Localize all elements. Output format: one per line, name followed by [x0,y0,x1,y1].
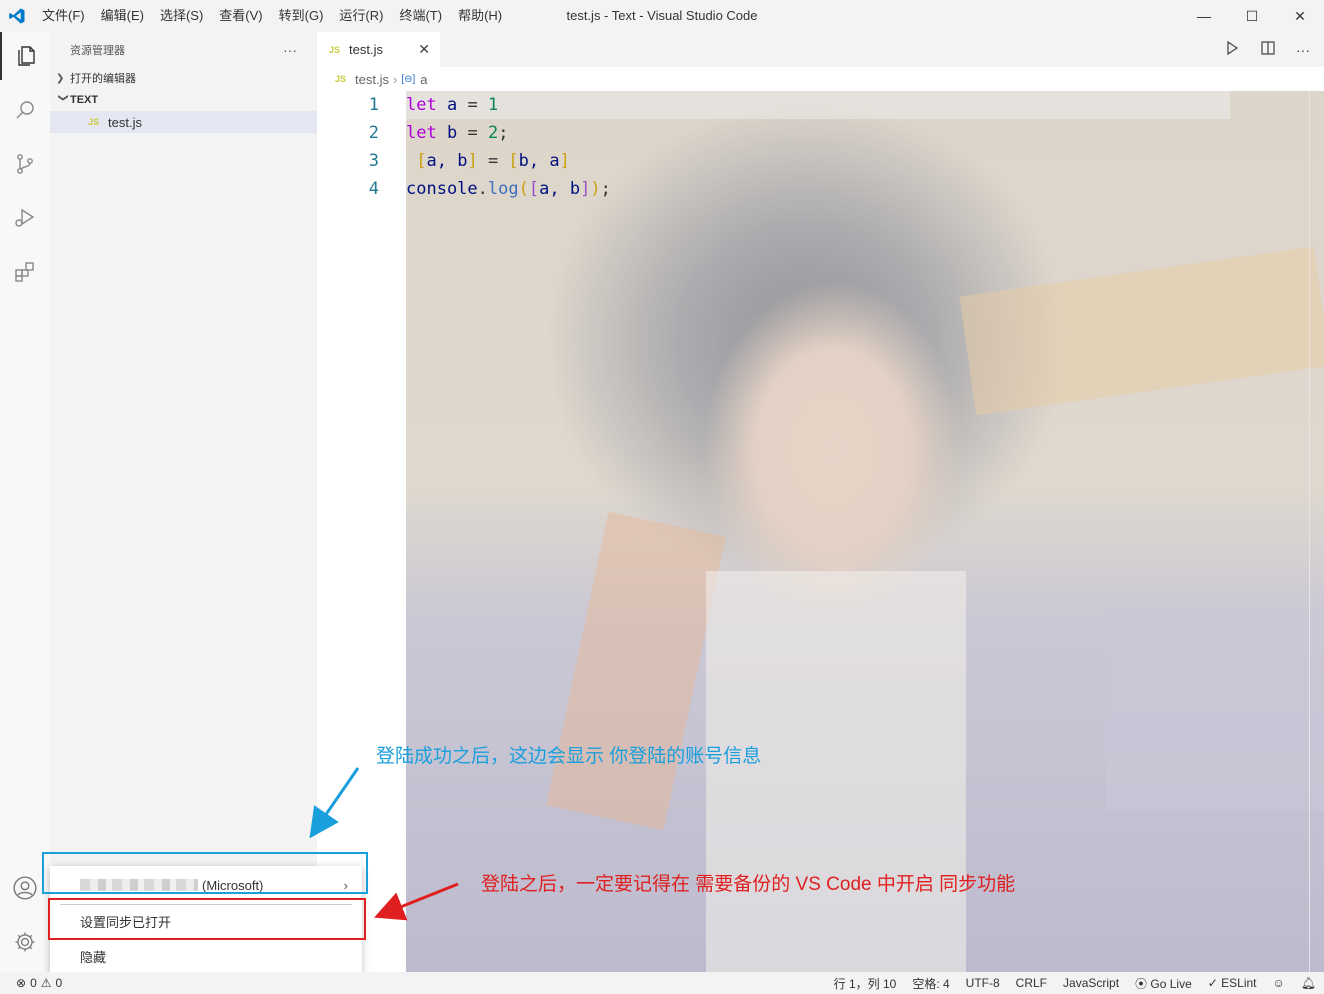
line-number: 3 [368,151,379,171]
eslint[interactable]: ✓ ESLint [1200,976,1265,990]
sidebar-title: 资源管理器 [70,44,125,57]
js-file-icon: JS [88,117,100,127]
broadcast-icon: ⦿ [1135,976,1151,991]
open-editors-label: 打开的编辑器 [70,73,136,85]
language-mode[interactable]: JavaScript [1055,976,1127,990]
check-icon: ✓ [1207,976,1222,990]
status-bar: ⊗ 0 ⚠ 0 行 1，列 10 空格: 4 UTF-8 CRLF JavaSc… [0,972,1324,994]
notifications-bell-icon[interactable]: 🔔︎ [1293,976,1324,990]
menu-terminal[interactable]: 终端(T) [391,0,450,32]
settings-sync-on-item[interactable]: 设置同步已打开 [50,904,362,938]
account-entry-microsoft[interactable]: (Microsoft) › [50,868,362,902]
line-number-gutter: 1 2 3 4 [317,91,406,203]
explorer-icon[interactable] [0,32,50,80]
scrollbar-track[interactable] [1309,91,1310,972]
code-editor[interactable]: 1 2 3 4 let a = 1 let b = 2; [a, b] = [b… [317,91,1324,972]
chevron-down-icon: ❯ [57,93,69,102]
window-controls: — ☐ ✕ [1180,0,1324,32]
maximize-button[interactable]: ☐ [1228,0,1276,32]
status-right: 行 1，列 10 空格: 4 UTF-8 CRLF JavaScript ⦿ G… [826,972,1324,994]
error-count: 0 [30,976,37,990]
chevron-right-icon: › [392,71,398,87]
blue-annotation-text: 登陆成功之后，这边会显示 你登陆的账号信息 [376,746,762,767]
end-of-line[interactable]: CRLF [1008,976,1055,990]
encoding[interactable]: UTF-8 [958,976,1008,990]
minimize-button[interactable]: — [1180,0,1228,32]
editor-actions: ··· [1224,32,1310,67]
split-editor-icon[interactable] [1260,40,1276,59]
breadcrumb-symbol[interactable]: a [420,72,427,87]
code-line-2: let b = 2; [406,123,509,143]
menu-file[interactable]: 文件(F) [34,0,93,32]
activity-bar [0,32,50,972]
line-number: 1 [368,95,379,115]
accounts-icon[interactable] [0,864,50,912]
feedback-icon[interactable]: ☺ [1265,976,1293,990]
file-item-test-js[interactable]: JS test.js [50,111,317,133]
account-context-menu: (Microsoft) › 设置同步已打开 隐藏 [50,866,362,974]
file-label: test.js [108,114,142,130]
background-photo [406,91,1324,972]
folder-label: TEXT [70,94,99,106]
close-window-button[interactable]: ✕ [1276,0,1324,32]
menu-view[interactable]: 查看(V) [211,0,270,32]
chevron-right-icon: › [343,877,348,893]
run-icon[interactable] [1224,40,1240,59]
code-line-1: let a = 1 [406,95,499,115]
close-tab-icon[interactable]: ✕ [418,41,430,58]
go-live[interactable]: ⦿ Go Live [1127,975,1200,992]
js-file-icon: JS [335,74,347,84]
run-debug-icon[interactable] [0,194,50,242]
account-name-blurred [80,879,198,891]
chevron-right-icon: ❯ [56,72,65,84]
source-control-icon[interactable] [0,140,50,188]
editor-tabs: JS test.js ✕ ··· [317,32,1324,67]
problems-indicator[interactable]: ⊗ 0 ⚠ 0 [16,976,62,990]
vscode-logo-icon [0,0,34,32]
folder-section[interactable]: ❯ TEXT [50,89,317,111]
js-file-icon: JS [329,44,341,55]
menu-go[interactable]: 转到(G) [271,0,332,32]
menu-run[interactable]: 运行(R) [331,0,391,32]
manage-gear-icon[interactable] [0,918,50,966]
warning-icon: ⚠ [40,976,52,990]
tab-test-js[interactable]: JS test.js ✕ [317,32,440,67]
variable-symbol-icon: [⊖] [401,73,416,85]
menu-bar: 文件(F) 编辑(E) 选择(S) 查看(V) 转到(G) 运行(R) 终端(T… [34,0,510,32]
more-actions-icon[interactable]: ··· [283,42,297,58]
red-annotation-text: 登陆之后，一定要记得在 需要备份的 VS Code 中开启 同步功能 [481,874,1016,895]
explorer-sidebar: 资源管理器 ··· ❯ 打开的编辑器 ❯ TEXT JS test.js [50,32,317,972]
account-provider: (Microsoft) [202,877,264,893]
hide-item[interactable]: 隐藏 [50,939,362,973]
indentation[interactable]: 空格: 4 [904,975,957,992]
menu-edit[interactable]: 编辑(E) [93,0,152,32]
extensions-icon[interactable] [0,248,50,296]
line-number: 2 [368,123,379,143]
title-bar: 文件(F) 编辑(E) 选择(S) 查看(V) 转到(G) 运行(R) 终端(T… [0,0,1324,32]
more-actions-icon[interactable]: ··· [1296,42,1310,58]
code-line-4: console.log([a, b]); [406,179,611,199]
line-number: 4 [368,179,379,199]
warning-count: 0 [55,976,63,990]
search-icon[interactable] [0,86,50,134]
menu-help[interactable]: 帮助(H) [450,0,510,32]
sidebar-header: 资源管理器 ··· [50,32,317,67]
open-editors-section[interactable]: ❯ 打开的编辑器 [50,67,317,89]
error-icon: ⊗ [16,976,27,990]
breadcrumb-file[interactable]: test.js [355,72,389,87]
menu-selection[interactable]: 选择(S) [152,0,211,32]
breadcrumb: JS test.js › [⊖] a [317,67,1324,91]
code-content[interactable]: let a = 1 let b = 2; [a, b] = [b, a] con… [406,91,611,203]
code-line-3: [a, b] = [b, a] [416,151,570,171]
tab-label: test.js [349,42,383,57]
cursor-position[interactable]: 行 1，列 10 [826,975,905,992]
